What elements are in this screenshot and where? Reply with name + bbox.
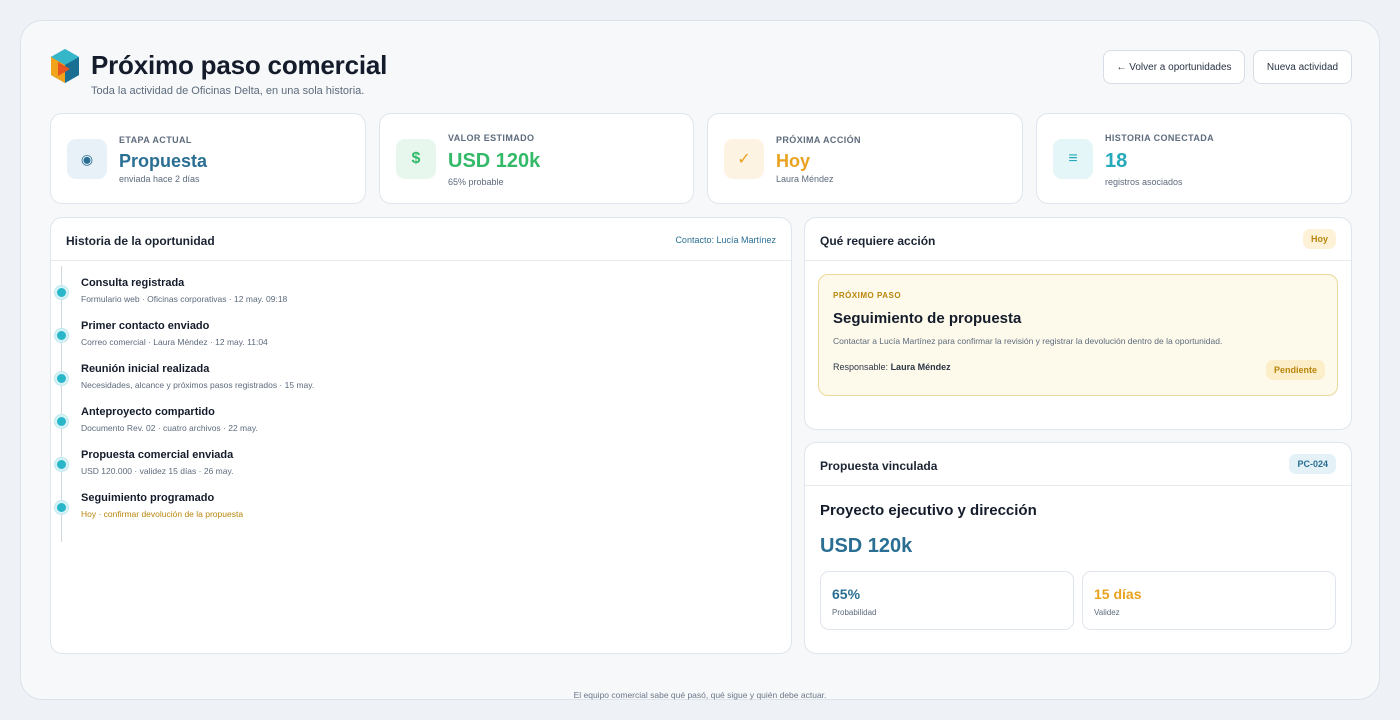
- stat-value: Propuesta: [119, 151, 208, 171]
- owner-name: Laura Méndez: [890, 362, 951, 372]
- probability-label: Probabilidad: [832, 608, 877, 617]
- dollar-icon: $: [396, 139, 436, 179]
- next-step-card[interactable]: PRÓXIMO PASO Seguimiento de propuesta Co…: [818, 274, 1338, 396]
- timeline-item-meta: Hoy · confirmar devolución de la propues…: [81, 509, 244, 519]
- stat-value: 18: [1105, 150, 1128, 172]
- stat-card-stage: ◉ ETAPA ACTUAL Propuesta enviada hace 2 …: [50, 113, 366, 204]
- timeline-item[interactable]: Reunión inicial realizada Necesidades, a…: [51, 363, 751, 403]
- next-step-description: Contactar a Lucía Martínez para confirma…: [833, 336, 1223, 346]
- timeline-item-meta: Formulario web · Oficinas corporativas ·…: [81, 294, 288, 304]
- proposal-panel: Propuesta vinculada PC-024 Proyecto ejec…: [804, 442, 1352, 654]
- timeline-item-title: Consulta registrada: [81, 277, 185, 289]
- owner-label: Responsable:: [833, 362, 889, 372]
- contact-link[interactable]: Contacto: Lucía Martínez: [675, 235, 776, 245]
- stat-card-next-action: ✓ PRÓXIMA ACCIÓN Hoy Laura Méndez: [707, 113, 1023, 204]
- proposal-panel-title: Propuesta vinculada: [820, 459, 938, 473]
- timeline-item-title: Seguimiento programado: [81, 492, 215, 504]
- stat-card-value: $ VALOR ESTIMADO USD 120k 65% probable: [379, 113, 694, 204]
- next-step-heading: Seguimiento de propuesta: [833, 310, 1022, 327]
- list-icon: ≡: [1053, 139, 1093, 179]
- probability-value: 65%: [832, 586, 861, 602]
- timeline-item[interactable]: Consulta registrada Formulario web · Ofi…: [51, 277, 751, 317]
- validity-value: 15 días: [1094, 586, 1142, 602]
- action-panel: Qué requiere acción Hoy PRÓXIMO PASO Seg…: [804, 217, 1352, 430]
- timeline-dot-icon: [55, 372, 68, 385]
- timeline-item[interactable]: Primer contacto enviado Correo comercial…: [51, 320, 751, 360]
- timeline-dot-icon: [55, 501, 68, 514]
- stat-label: PRÓXIMA ACCIÓN: [776, 135, 861, 145]
- timeline-dot-icon: [55, 286, 68, 299]
- page-subtitle: Toda la actividad de Oficinas Delta, en …: [91, 85, 365, 97]
- stat-label: HISTORIA CONECTADA: [1105, 133, 1215, 143]
- stat-label: ETAPA ACTUAL: [119, 135, 192, 145]
- owner-line: Responsable: Laura Méndez: [833, 362, 951, 372]
- timeline-item-title: Propuesta comercial enviada: [81, 449, 234, 461]
- action-panel-header: Qué requiere acción Hoy: [805, 218, 1351, 261]
- history-panel: Historia de la oportunidad Contacto: Luc…: [50, 217, 792, 654]
- proposal-amount: USD 120k: [820, 535, 913, 557]
- brand-logo-icon: [51, 49, 79, 83]
- timeline-dot-icon: [55, 415, 68, 428]
- timeline-item[interactable]: Propuesta comercial enviada USD 120.000 …: [51, 449, 751, 489]
- stat-card-history: ≡ HISTORIA CONECTADA 18 registros asocia…: [1036, 113, 1352, 204]
- target-icon: ◉: [67, 139, 107, 179]
- timeline-item-title: Reunión inicial realizada: [81, 363, 210, 375]
- timeline-item-meta: Documento Rev. 02 · cuatro archivos · 22…: [81, 423, 258, 433]
- validity-label: Validez: [1094, 608, 1120, 617]
- timeline-item-title: Anteproyecto compartido: [81, 406, 215, 418]
- status-badge: Pendiente: [1265, 360, 1325, 380]
- page-title: Próximo paso comercial: [91, 50, 388, 80]
- stat-value: USD 120k: [448, 150, 541, 172]
- probability-card: 65% Probabilidad: [820, 571, 1074, 630]
- timeline-item[interactable]: Seguimiento programado Hoy · confirmar d…: [51, 492, 751, 532]
- proposal-name: Proyecto ejecutivo y dirección: [820, 502, 1037, 519]
- history-panel-header: Historia de la oportunidad Contacto: Luc…: [51, 218, 791, 261]
- stat-sub: 65% probable: [448, 177, 504, 187]
- timeline-dot-icon: [55, 458, 68, 471]
- timeline-item-title: Primer contacto enviado: [81, 320, 210, 332]
- timeline-item[interactable]: Anteproyecto compartido Documento Rev. 0…: [51, 406, 751, 446]
- timeline-item-meta: Correo comercial · Laura Méndez · 12 may…: [81, 337, 268, 347]
- stat-label: VALOR ESTIMADO: [448, 133, 535, 143]
- check-icon: ✓: [724, 139, 764, 179]
- proposal-panel-header: Propuesta vinculada PC-024: [805, 443, 1351, 486]
- stat-sub: Laura Méndez: [776, 174, 834, 184]
- history-panel-title: Historia de la oportunidad: [66, 234, 215, 248]
- back-to-opportunities-button[interactable]: ← Volver a oportunidades: [1103, 50, 1245, 84]
- today-badge: Hoy: [1302, 229, 1336, 249]
- app-frame: Próximo paso comercial Toda la actividad…: [20, 20, 1380, 700]
- stat-sub: enviada hace 2 días: [119, 174, 200, 184]
- action-panel-title: Qué requiere acción: [820, 234, 936, 248]
- next-step-kicker: PRÓXIMO PASO: [833, 291, 902, 300]
- footer-note: El equipo comercial sabe qué pasó, qué s…: [573, 690, 827, 700]
- new-activity-button[interactable]: Nueva actividad: [1253, 50, 1352, 84]
- stat-sub: registros asociados: [1105, 177, 1183, 187]
- proposal-code-badge: PC-024: [1289, 454, 1336, 474]
- timeline-dot-icon: [55, 329, 68, 342]
- timeline-item-meta: Necesidades, alcance y próximos pasos re…: [81, 380, 315, 390]
- timeline-item-meta: USD 120.000 · validez 15 días · 26 may.: [81, 466, 234, 476]
- stat-value: Hoy: [776, 151, 811, 171]
- validity-card: 15 días Validez: [1082, 571, 1336, 630]
